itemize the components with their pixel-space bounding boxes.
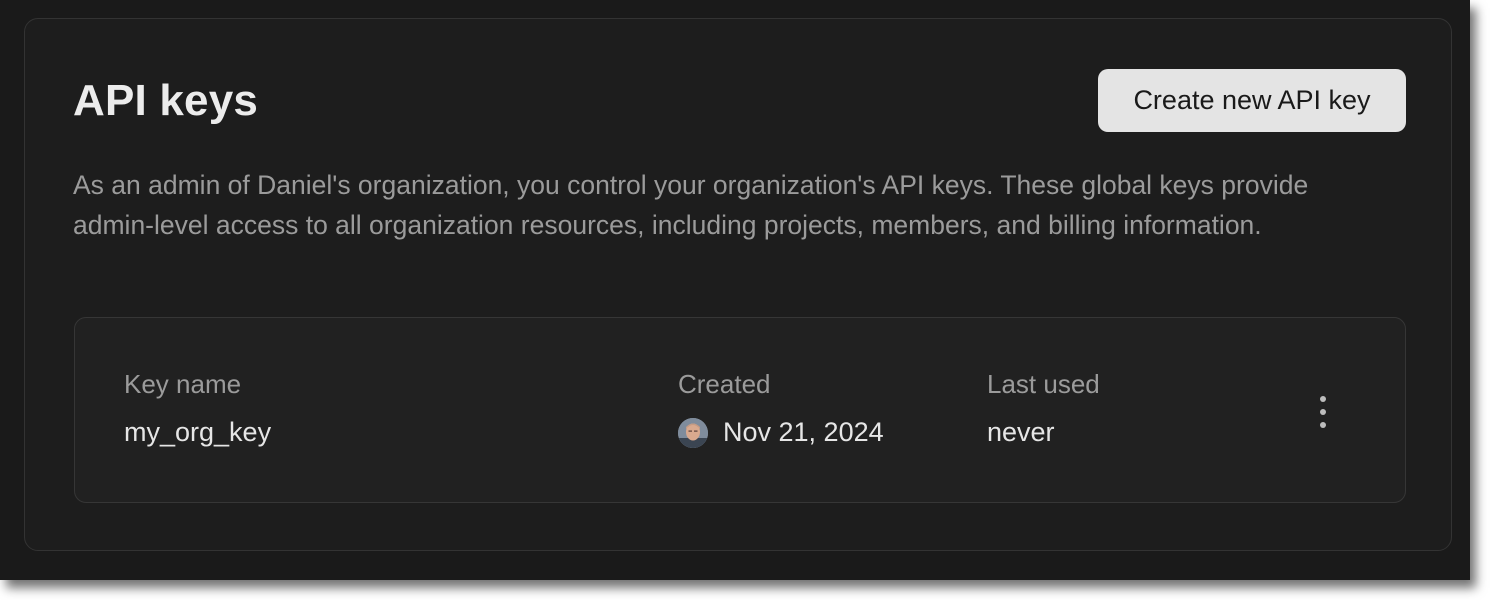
last-used-value: never <box>987 417 1055 447</box>
more-vertical-icon[interactable] <box>1311 392 1335 432</box>
key-name-value: my_org_key <box>124 417 272 447</box>
user-avatar <box>678 418 708 448</box>
page-title: API keys <box>73 76 259 125</box>
api-keys-description: As an admin of Daniel's organization, yo… <box>73 170 1309 240</box>
last-used-label: Last used <box>987 369 1100 399</box>
api-keys-panel: API keys Create new API key As an admin … <box>24 18 1452 551</box>
api-key-row: Key name my_org_key Created Nov 21, 2024… <box>74 317 1406 503</box>
create-api-key-button[interactable]: Create new API key <box>1098 69 1406 132</box>
created-date-value: Nov 21, 2024 <box>723 417 884 447</box>
app-window: API keys Create new API key As an admin … <box>0 0 1470 580</box>
key-name-label: Key name <box>124 369 242 399</box>
created-label: Created <box>678 369 771 399</box>
